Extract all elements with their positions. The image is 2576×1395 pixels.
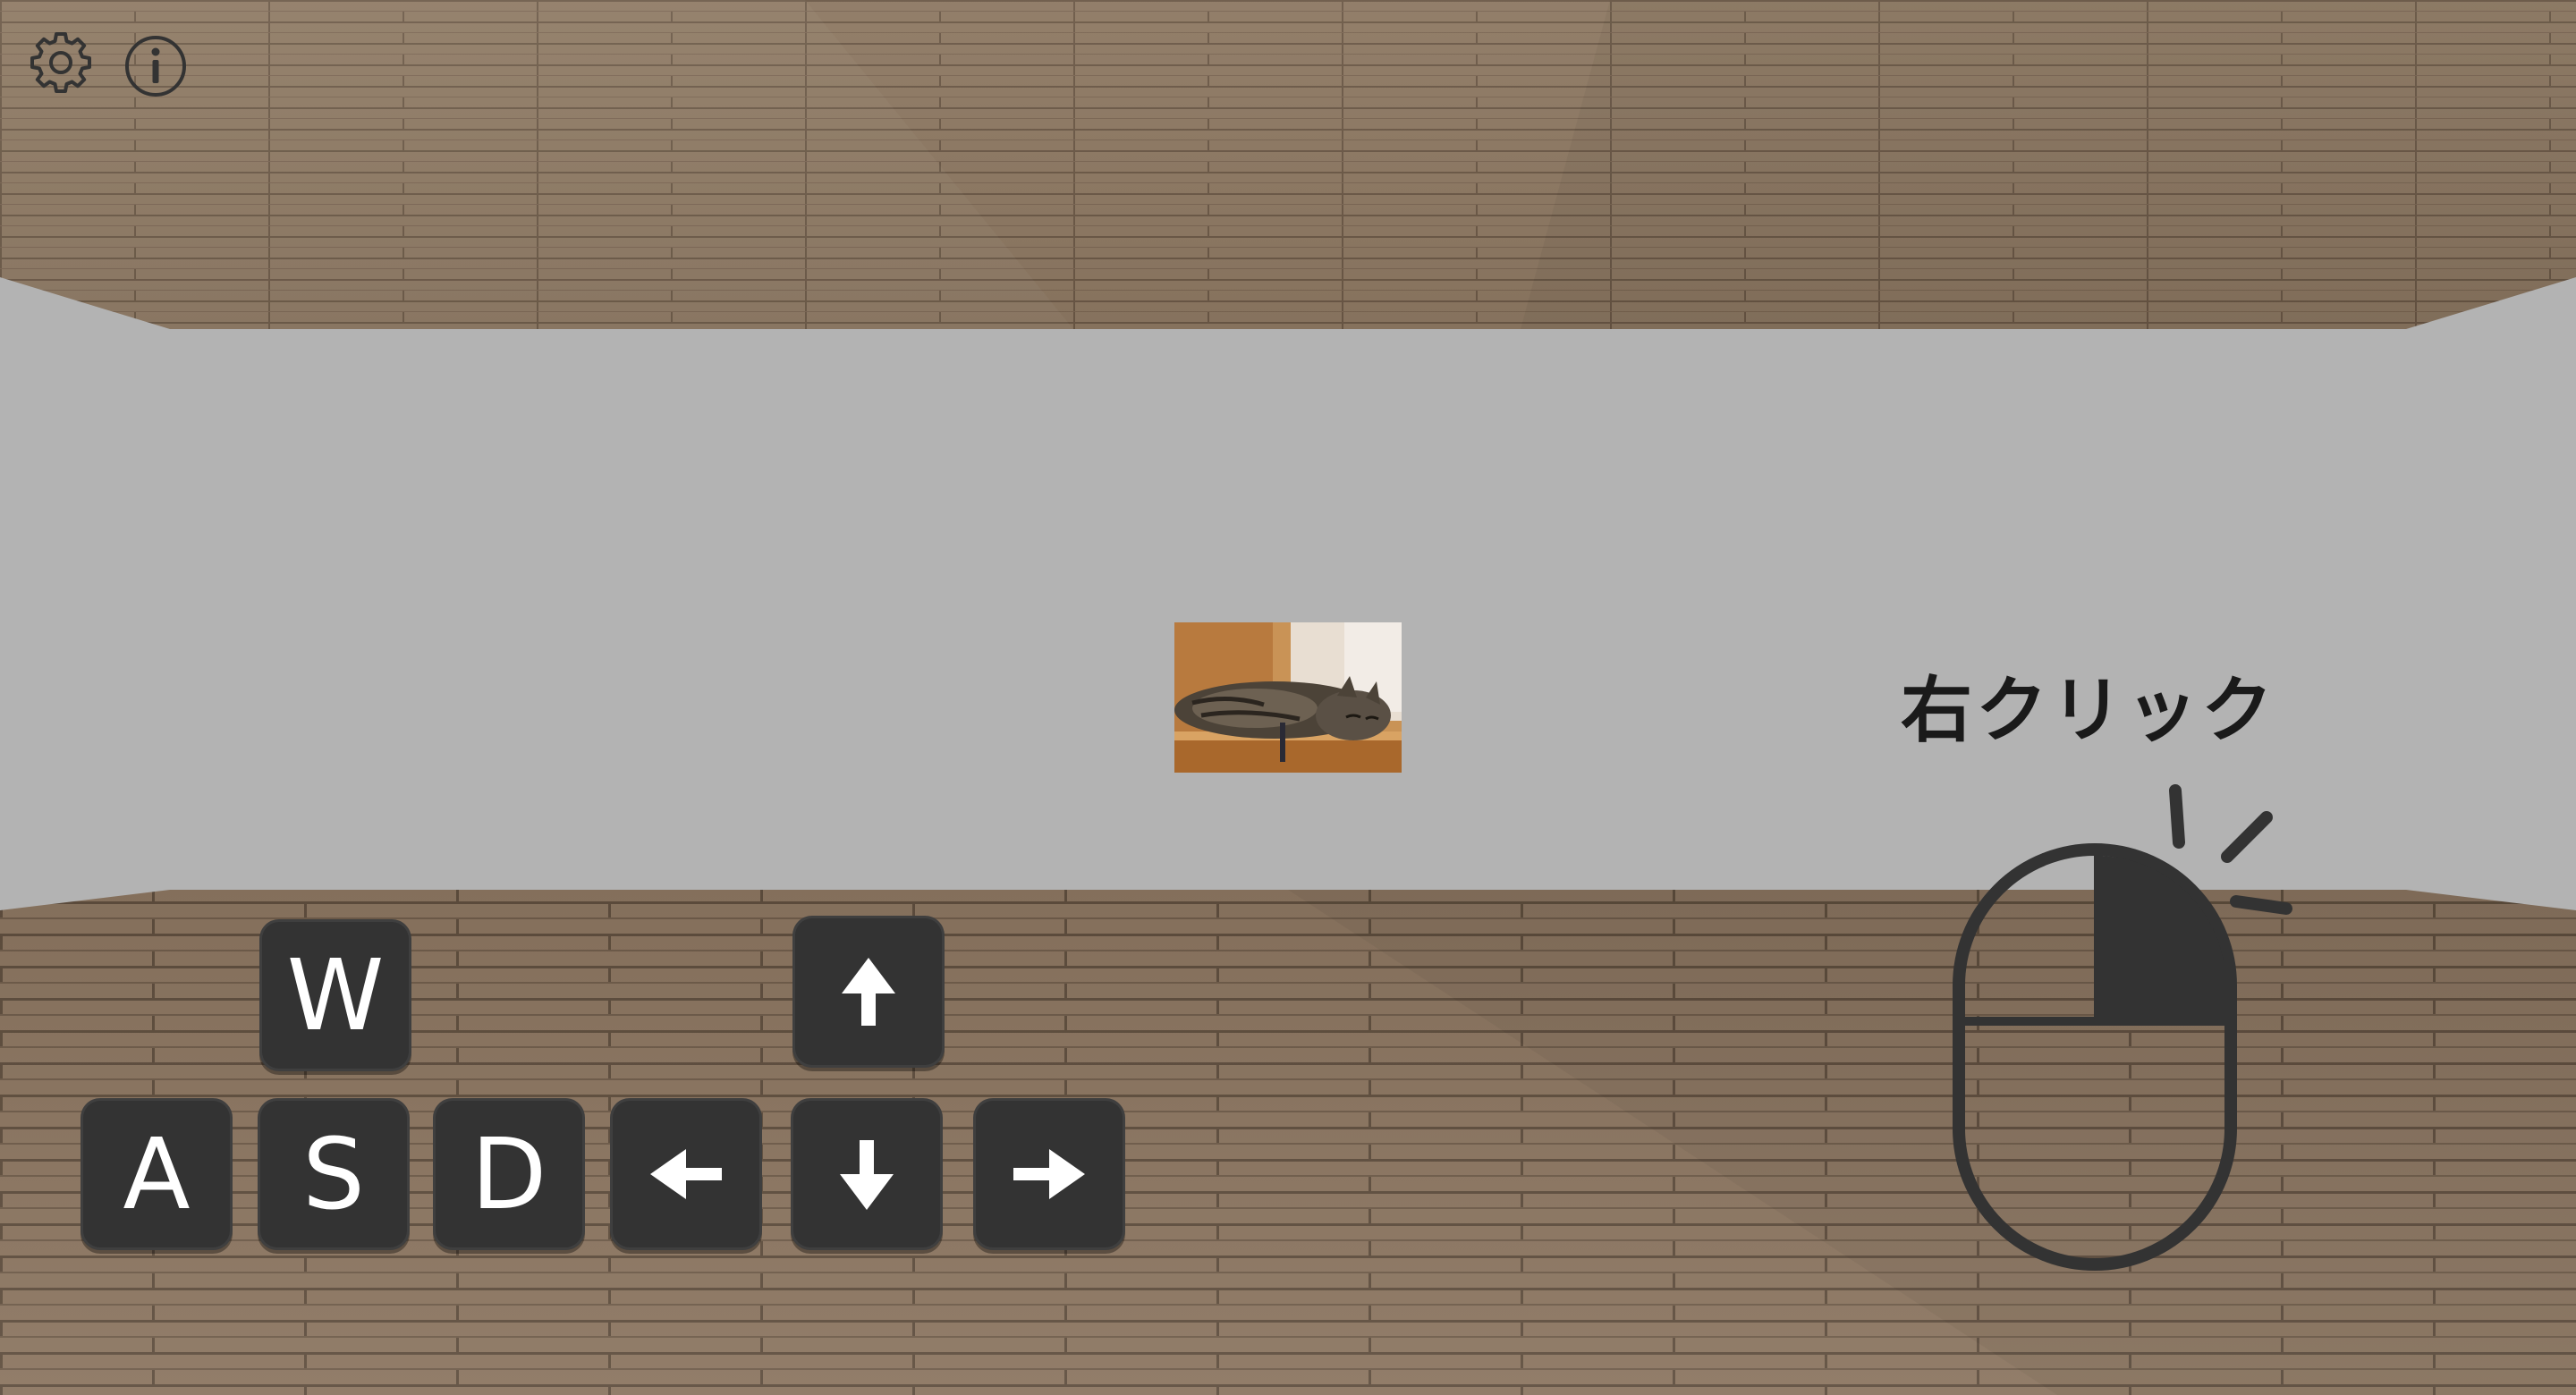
arrow-left-icon — [650, 1149, 722, 1199]
key-d[interactable]: D — [433, 1098, 585, 1250]
key-a[interactable]: A — [80, 1098, 233, 1250]
key-w-label: W — [286, 938, 385, 1053]
settings-button[interactable] — [29, 30, 93, 95]
key-w[interactable]: W — [259, 919, 411, 1071]
gear-icon — [30, 32, 91, 93]
key-arrow-up[interactable] — [792, 916, 945, 1068]
key-arrow-down[interactable] — [791, 1098, 943, 1250]
key-arrow-left[interactable] — [610, 1098, 762, 1250]
info-button[interactable] — [123, 34, 188, 98]
right-click-hint-label: 右クリック — [1901, 669, 2276, 752]
key-d-label: D — [470, 1117, 547, 1231]
key-s[interactable]: S — [258, 1098, 410, 1250]
mouse-right-click-icon — [1953, 784, 2292, 1271]
arrow-up-icon — [842, 958, 895, 1026]
hud-overlay: W A S D 右クリック — [0, 0, 2576, 1395]
key-a-label: A — [123, 1117, 191, 1231]
key-arrow-right[interactable] — [973, 1098, 1125, 1250]
info-icon — [125, 36, 186, 97]
arrow-right-icon — [1013, 1149, 1085, 1199]
key-s-label: S — [302, 1117, 365, 1231]
arrow-down-icon — [840, 1140, 894, 1210]
